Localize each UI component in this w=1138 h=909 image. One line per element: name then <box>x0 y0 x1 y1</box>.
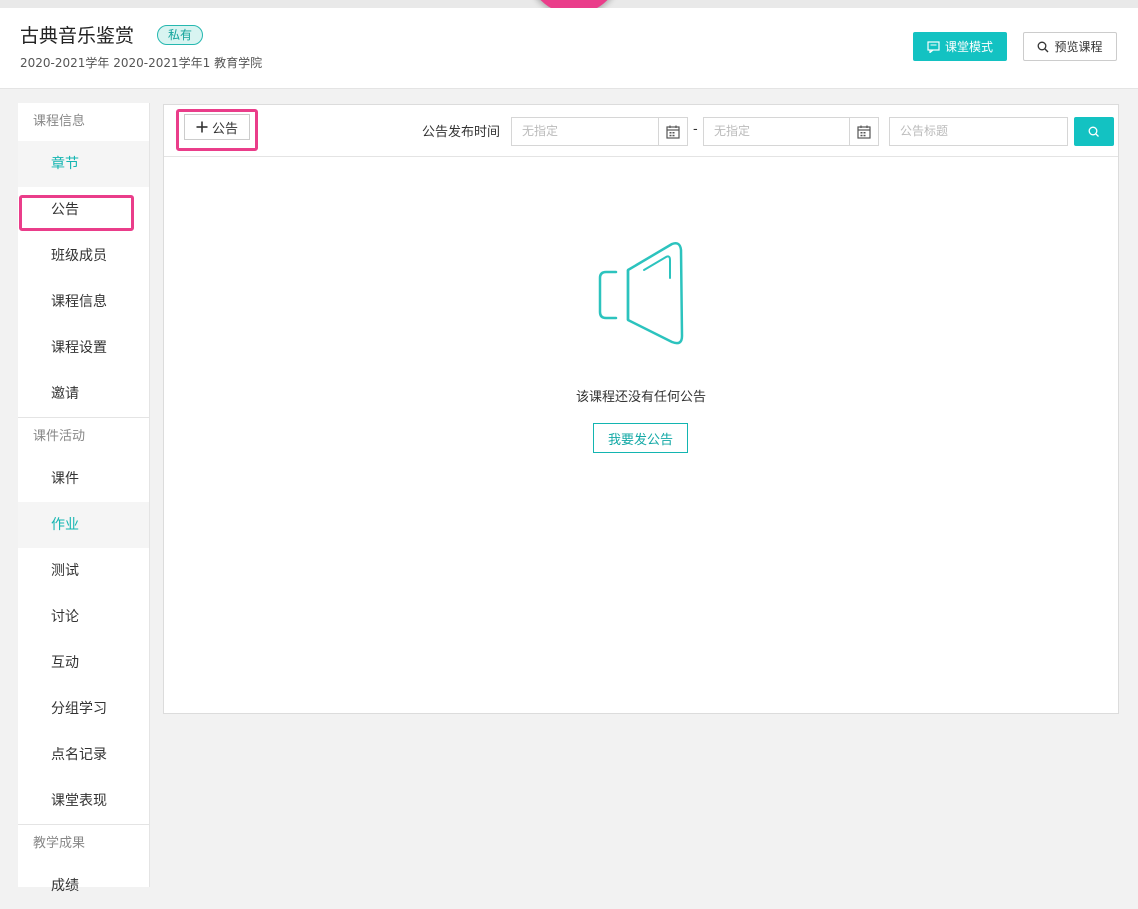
preview-course-label: 预览课程 <box>1054 40 1103 54</box>
sidebar-item-course-info[interactable]: 课程信息 <box>18 279 149 325</box>
sidebar-item-chapters[interactable]: 章节 <box>18 141 149 187</box>
sidebar-item-roll-call[interactable]: 点名记录 <box>18 732 149 778</box>
search-icon <box>1088 126 1099 137</box>
highlight-box-add <box>176 109 258 151</box>
sidebar-item-courseware[interactable]: 课件 <box>18 456 149 502</box>
sidebar-item-class-members[interactable]: 班级成员 <box>18 233 149 279</box>
sidebar-item-interaction[interactable]: 互动 <box>18 640 149 686</box>
announcements-panel: 公告 公告发布时间 无指定 - 无指定 公告标题 该课程还没有任何公告 我要发公… <box>163 104 1119 714</box>
date-end-placeholder: 无指定 <box>714 124 751 138</box>
publish-time-label: 公告发布时间 <box>422 125 501 140</box>
course-meta: 2020-2021学年 2020-2021学年1 教育学院 <box>20 56 263 70</box>
sidebar-section-activities: 课件活动 <box>33 429 86 444</box>
date-separator: - <box>693 122 698 137</box>
megaphone-icon <box>598 242 684 345</box>
search-icon <box>1038 41 1049 52</box>
private-badge: 私有 <box>157 25 204 45</box>
sidebar-item-invite[interactable]: 邀请 <box>18 371 149 417</box>
sidebar-item-course-settings[interactable]: 课程设置 <box>18 325 149 371</box>
empty-state-message: 该课程还没有任何公告 <box>575 390 706 405</box>
date-start-placeholder: 无指定 <box>522 124 559 138</box>
publish-announcement-button[interactable]: 我要发公告 <box>593 423 688 453</box>
date-end-input[interactable]: 无指定 <box>703 117 879 146</box>
classroom-mode-button[interactable]: 课堂模式 <box>913 32 1007 61</box>
preview-course-button[interactable]: 预览课程 <box>1023 32 1117 61</box>
sidebar-section-results: 教学成果 <box>33 836 86 851</box>
search-button[interactable] <box>1074 117 1114 146</box>
course-header: 古典音乐鉴赏 私有 2020-2021学年 2020-2021学年1 教育学院 … <box>0 8 1138 89</box>
calendar-icon[interactable] <box>658 118 687 145</box>
chat-icon <box>927 40 940 53</box>
date-start-input[interactable]: 无指定 <box>511 117 688 146</box>
sidebar-item-homework[interactable]: 作业 <box>18 502 149 548</box>
highlight-box-announcements <box>19 195 134 231</box>
sidebar-section-course-info: 课程信息 <box>33 114 86 129</box>
classroom-mode-label: 课堂模式 <box>944 40 993 54</box>
announcements-toolbar: 公告 公告发布时间 无指定 - 无指定 公告标题 <box>164 105 1118 157</box>
course-title: 古典音乐鉴赏 <box>20 25 135 47</box>
sidebar-item-group-study[interactable]: 分组学习 <box>18 686 149 732</box>
title-search-input[interactable]: 公告标题 <box>889 117 1068 146</box>
title-search-placeholder: 公告标题 <box>900 124 949 138</box>
sidebar-item-tests[interactable]: 测试 <box>18 548 149 594</box>
sidebar-item-class-performance[interactable]: 课堂表现 <box>18 778 149 824</box>
sidebar-item-grades[interactable]: 成绩 <box>18 863 149 909</box>
calendar-icon[interactable] <box>849 118 878 145</box>
sidebar-item-discussion[interactable]: 讨论 <box>18 594 149 640</box>
